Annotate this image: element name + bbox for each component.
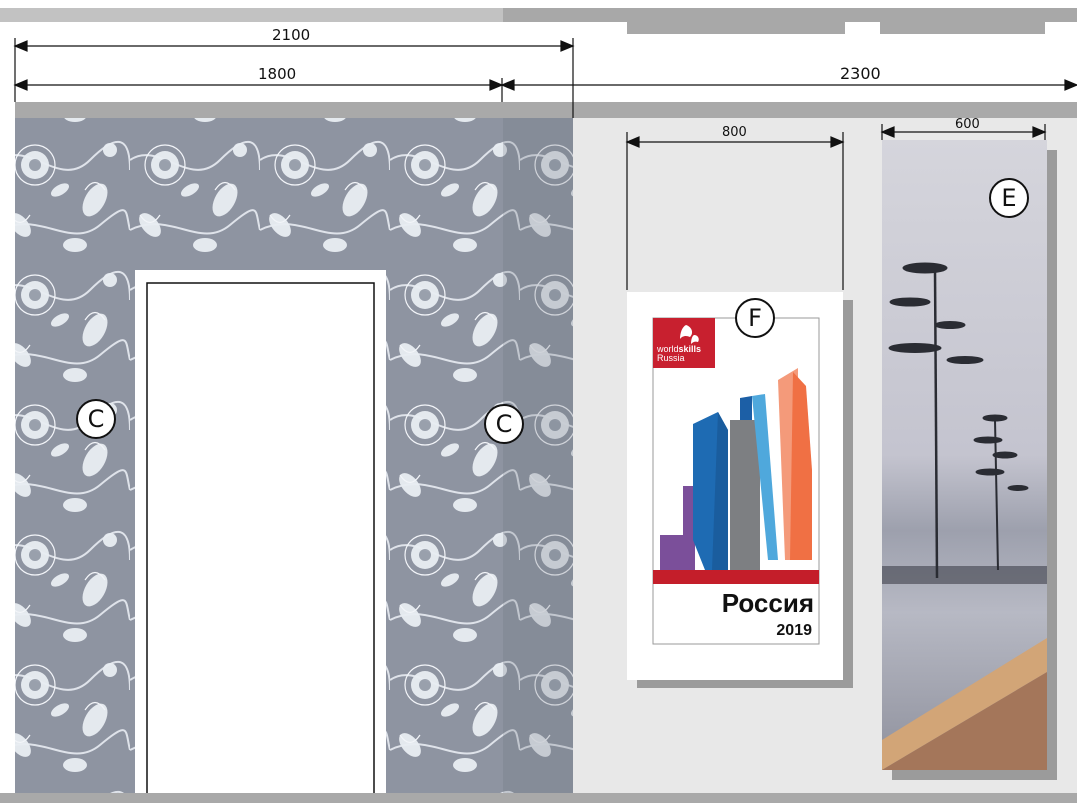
- dim-right-span: 2300: [840, 64, 881, 83]
- ceiling-strip-right: [503, 8, 1077, 22]
- building-gray: [730, 420, 760, 570]
- panel-waterline: [882, 566, 1047, 584]
- dim-top-span: 2100: [272, 26, 311, 44]
- dim-wall-c-span: 1800: [258, 65, 297, 83]
- poster-country: Россия: [721, 588, 814, 618]
- poster-year: 2019: [776, 622, 812, 639]
- floor-strip: [0, 793, 1077, 803]
- dim-poster-width: 800: [722, 125, 747, 140]
- building-darkblue: [740, 396, 752, 420]
- label-c-left: C: [76, 399, 116, 439]
- logo-russia: Russia: [657, 353, 685, 363]
- ceiling-strip-left: [0, 8, 503, 22]
- beam: [15, 102, 1077, 118]
- label-c-right: C: [484, 404, 524, 444]
- wallpaper-side-shade: [503, 118, 573, 793]
- red-band: [653, 570, 819, 584]
- ceiling-drop-1: [627, 22, 845, 34]
- stand-elevation-drawing: [0, 8, 1077, 803]
- label-e: E: [989, 178, 1029, 218]
- ceiling-drop-2: [880, 22, 1045, 34]
- door-leaf: [146, 282, 375, 803]
- worldskills-logo-text: worldskills Russia: [657, 345, 701, 363]
- label-f: F: [735, 298, 775, 338]
- dim-panel-width: 600: [955, 117, 980, 132]
